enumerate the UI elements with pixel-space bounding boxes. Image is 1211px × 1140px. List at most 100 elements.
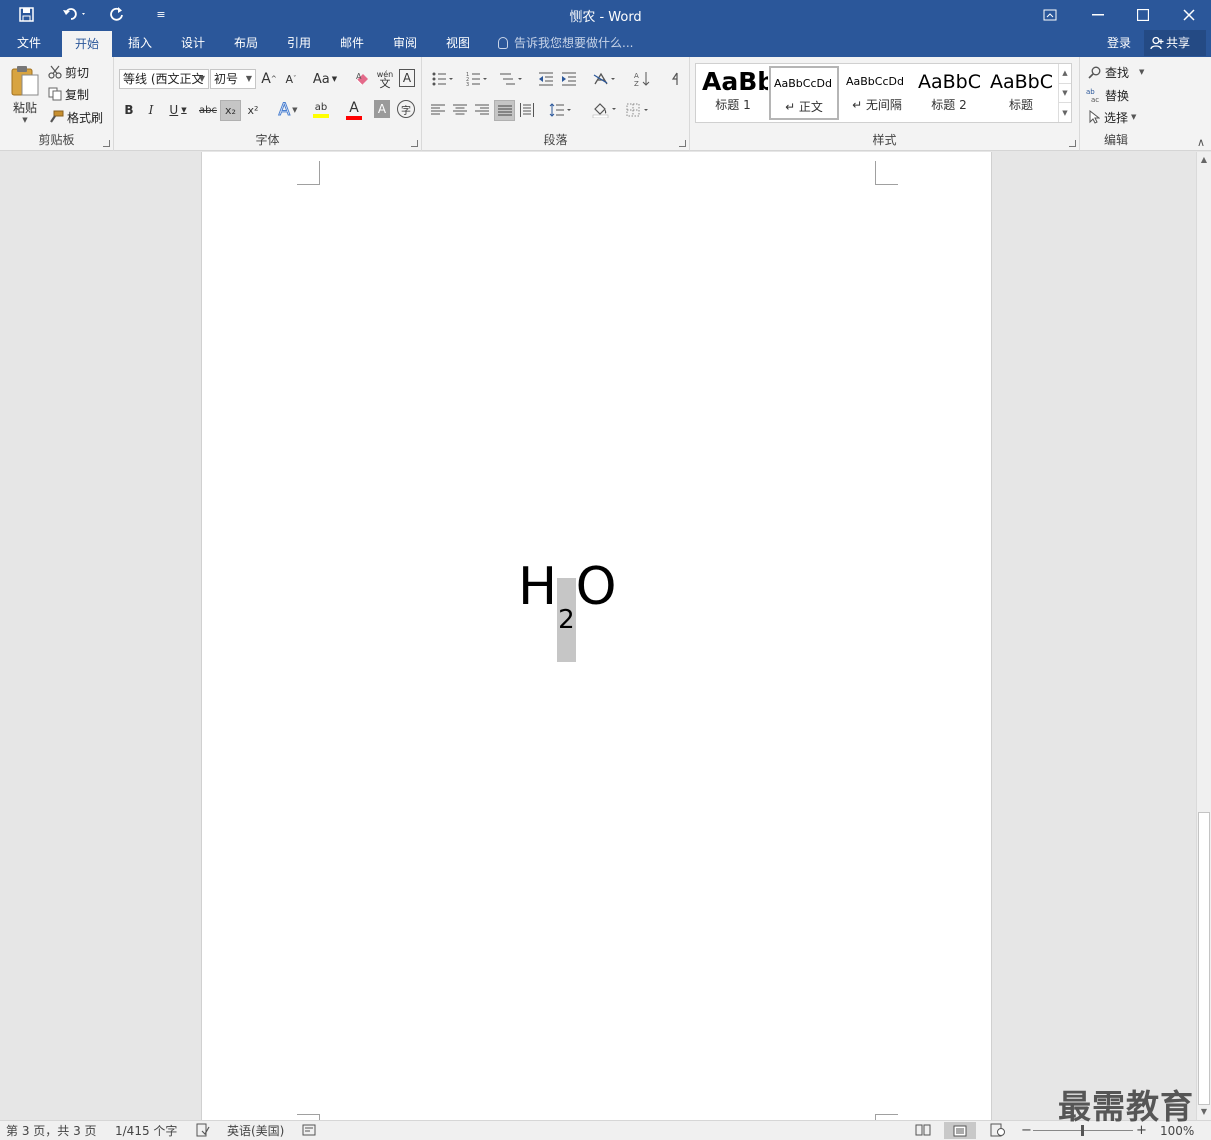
align-right-button[interactable] [472,99,492,121]
find-button[interactable]: 查找 ▼ [1088,62,1144,82]
document-formula[interactable]: H2O [518,557,617,662]
shrink-font-button[interactable]: Aˇ [282,69,300,89]
show-formatting-marks-button[interactable] [666,69,684,89]
scroll-up-icon[interactable]: ▲ [1197,152,1211,168]
macro-recording-icon[interactable] [302,1123,316,1137]
justify-button[interactable] [494,100,515,121]
select-button[interactable]: 选择 ▼ [1088,107,1136,127]
sort-button[interactable]: AZ [632,69,652,89]
numbering-button[interactable]: 123 [462,69,492,89]
minimize-icon[interactable] [1075,0,1121,29]
font-dialog-launcher-icon[interactable] [411,140,418,147]
font-size-combo[interactable]: 初号 ▼ [210,69,256,89]
subscript-button[interactable]: x₂ [220,100,241,121]
borders-button[interactable] [624,99,654,121]
decrease-indent-button[interactable] [536,69,556,89]
phonetic-guide-button[interactable]: wén 文 [376,67,394,91]
language-indicator[interactable]: 英语(美国) [227,1123,284,1139]
redo-icon[interactable] [104,3,130,25]
tab-file[interactable]: 文件 [0,29,58,57]
style-normal[interactable]: AaBbCcDd ↵ 正文 [769,66,839,120]
character-shading-button[interactable]: A [374,100,390,118]
web-layout-icon[interactable] [990,1123,1006,1137]
cut-button[interactable]: 剪切 [48,62,89,82]
underline-button[interactable]: U ▼ [163,99,193,121]
line-spacing-button[interactable] [546,99,576,121]
style-heading-2[interactable]: AaBbC 标题 2 [914,66,984,120]
bold-button[interactable]: B [119,99,139,121]
clipboard-group: 粘贴 ▼ 剪切 复制 格式刷 剪贴板 [0,57,114,151]
share-button[interactable]: 共享 [1144,30,1206,56]
scrollbar-thumb[interactable] [1198,812,1210,1105]
font-name-dropdown-icon[interactable]: ▼ [199,70,205,88]
paste-button[interactable]: 粘贴 ▼ [6,61,44,127]
align-left-button[interactable] [428,99,448,121]
tab-review[interactable]: 审阅 [381,29,429,57]
distributed-button[interactable] [517,99,537,121]
tab-design[interactable]: 设计 [169,29,217,57]
paste-dropdown-icon[interactable]: ▼ [22,116,27,124]
close-icon[interactable] [1166,0,1211,29]
maximize-icon[interactable] [1120,0,1166,29]
save-icon[interactable] [13,3,39,25]
read-mode-icon[interactable] [915,1123,931,1137]
decrease-indent-icon [538,72,554,86]
copy-button[interactable]: 复制 [48,84,89,104]
word-count[interactable]: 1/415 个字 [115,1123,177,1139]
replace-button[interactable]: ab ac 替换 [1086,85,1129,105]
font-size-dropdown-icon[interactable]: ▼ [246,70,252,88]
ribbon-display-options-icon[interactable] [1027,0,1073,29]
format-painter-button[interactable]: 格式刷 [48,107,103,127]
formula-subscript-selected[interactable]: 2 [557,578,576,662]
tab-view[interactable]: 视图 [434,29,482,57]
tab-insert[interactable]: 插入 [116,29,164,57]
zoom-out-icon[interactable]: − [1021,1123,1032,1139]
select-dropdown-icon[interactable]: ▼ [1131,113,1136,121]
paragraph-dialog-launcher-icon[interactable] [679,140,686,147]
text-effects-button[interactable]: A ▼ [274,99,302,121]
style-heading-1[interactable]: AaBb 标题 1 [698,66,768,120]
page-count[interactable]: 第 3 页，共 3 页 [6,1123,97,1139]
tell-me-search[interactable]: 告诉我您想要做什么... [498,29,633,57]
multilevel-list-button[interactable] [496,69,526,89]
style-preview: AaBb [702,67,768,96]
style-title[interactable]: AaBbC 标题 [986,66,1056,120]
clipboard-dialog-launcher-icon[interactable] [103,140,110,147]
clear-formatting-button[interactable]: A [354,69,372,89]
superscript-button[interactable]: x² [243,99,263,121]
print-layout-icon[interactable] [944,1122,976,1139]
style-no-spacing[interactable]: AaBbCcDd ↵ 无间隔 [842,66,912,120]
align-center-button[interactable] [450,99,470,121]
find-dropdown-icon[interactable]: ▼ [1139,68,1144,76]
font-color-button[interactable]: A [339,97,369,123]
styles-dialog-launcher-icon[interactable] [1069,140,1076,147]
highlight-button[interactable]: ab [306,97,336,123]
enclose-characters-button[interactable]: 字 [397,100,415,118]
tab-layout[interactable]: 布局 [222,29,270,57]
document-page[interactable]: H2O [201,152,992,1120]
tab-references[interactable]: 引用 [275,29,323,57]
character-border-button[interactable]: A [399,69,415,87]
change-case-button[interactable]: Aa ▼ [310,69,340,89]
tab-mailings[interactable]: 邮件 [328,29,376,57]
increase-indent-button[interactable] [559,69,579,89]
styles-scroll-down-icon[interactable]: ▼ [1058,83,1071,102]
undo-icon[interactable] [58,3,92,25]
vertical-scrollbar[interactable]: ▲ ▼ [1196,152,1211,1120]
bullets-button[interactable] [428,69,458,89]
collapse-ribbon-icon[interactable]: ∧ [1197,136,1205,149]
proofing-icon[interactable] [196,1123,210,1137]
styles-more-icon[interactable]: ▼ [1058,102,1071,122]
scroll-down-icon[interactable]: ▼ [1197,1104,1211,1120]
customize-qat-icon[interactable]: ≡ [148,3,174,25]
grow-font-button[interactable]: A ^ [260,69,278,89]
shading-button[interactable] [590,99,620,121]
strikethrough-button[interactable]: abc [197,99,219,121]
login-link[interactable]: 登录 [1107,29,1131,57]
chinese-layout-button[interactable] [590,69,620,89]
font-name-combo[interactable]: 等线 (西文正文 ▼ [119,69,209,89]
styles-scroll-up-icon[interactable]: ▲ [1058,64,1071,83]
tab-home[interactable]: 开始 [62,31,112,57]
italic-button[interactable]: I [141,99,161,121]
crop-mark-top-left [297,161,320,185]
